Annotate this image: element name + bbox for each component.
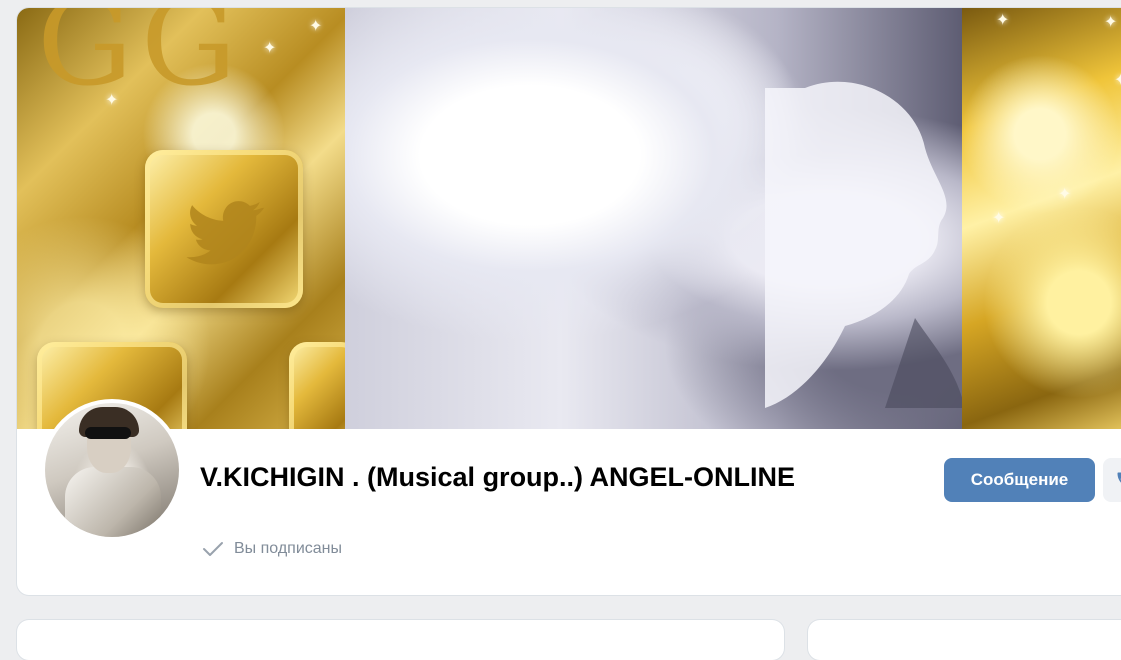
sidebar-card [808,620,1121,660]
avatar-body [65,467,161,537]
sparkle-icon: ✦ [1104,14,1118,31]
cover-image[interactable]: GG ✦ ✦ ✦ ✦ ✦ ✦ ✦ ✦ [17,8,1121,429]
bird-icon [186,201,265,265]
phone-icon [1117,472,1121,483]
sparkle-icon: ✦ [1114,72,1121,89]
subscription-status[interactable]: Вы подписаны [202,539,342,559]
content-card [17,620,784,660]
sparkle-icon: ✦ [1058,186,1072,203]
community-header-card: GG ✦ ✦ ✦ ✦ ✦ ✦ ✦ ✦ V.KICHIGIN . (Musical… [17,8,1121,595]
avatar-sunglasses [85,427,131,439]
check-icon [203,542,223,556]
avatar-photo [45,403,179,537]
call-button[interactable] [1103,458,1121,502]
cover-panel-crystals: ✦ ✦ ✦ ✦ ✦ [962,8,1121,429]
cover-panel-gold: GG ✦ ✦ ✦ [17,8,359,429]
sparkle-icon: ✦ [263,40,277,57]
sparkle-icon: ✦ [309,18,323,35]
portrait-profile [765,81,965,408]
page-title: V.KICHIGIN . (Musical group..) ANGEL-ONL… [200,462,796,492]
sparkle-icon: ✦ [105,92,119,109]
sparkle-icon: ✦ [992,210,1006,227]
decorative-letters: GG [37,8,245,113]
message-button[interactable]: Сообщение [944,458,1095,502]
sparkle-icon: ✦ [996,12,1010,29]
subscription-label: Вы подписаны [234,540,342,557]
cover-panel-portrait [345,8,965,429]
avatar[interactable] [41,399,183,541]
